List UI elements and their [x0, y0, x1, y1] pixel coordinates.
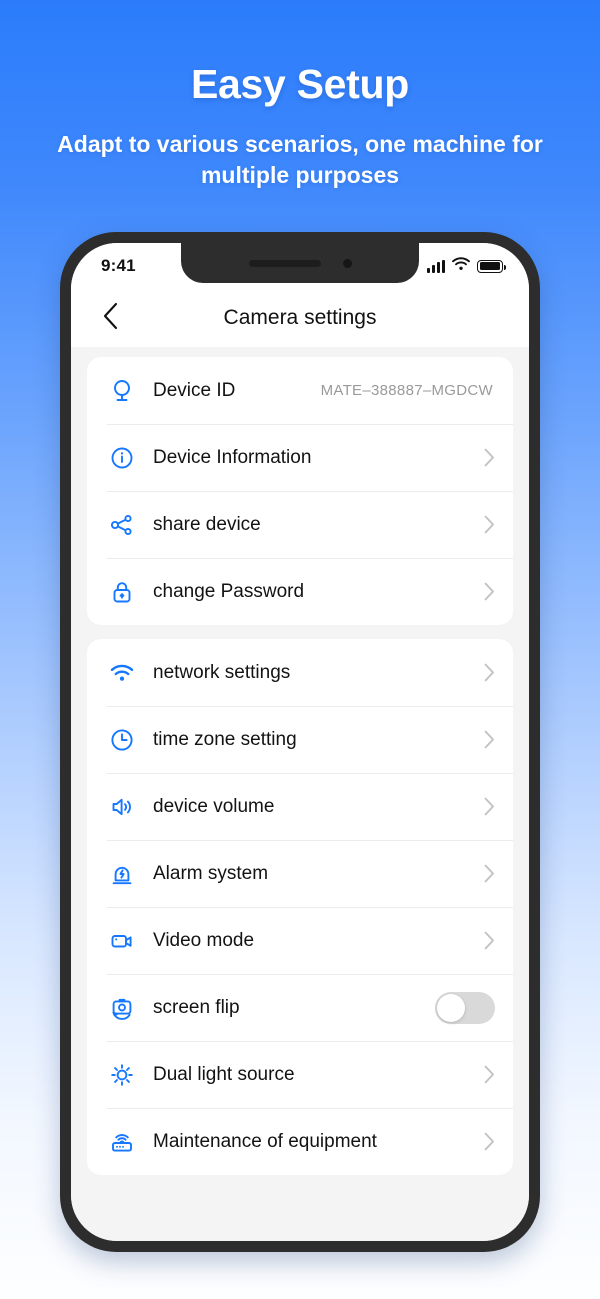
- dome-camera-icon: [107, 376, 137, 406]
- settings-row-label: time zone setting: [153, 728, 297, 750]
- page-title: Camera settings: [223, 306, 377, 329]
- earpiece-speaker-icon: [248, 259, 321, 267]
- chevron-right-icon: [484, 448, 495, 467]
- status-bar-clock: 9:41: [101, 256, 136, 275]
- router-icon: [107, 1127, 137, 1157]
- clock-icon: [107, 725, 137, 755]
- settings-list: Device ID MATE–388887–MGDCW Device Informa…: [71, 347, 529, 1241]
- wifi-icon: [452, 256, 470, 276]
- settings-row-change-password[interactable]: change Password: [87, 558, 513, 625]
- chevron-right-icon: [484, 730, 495, 749]
- settings-row-label: Maintenance of equipment: [153, 1130, 377, 1152]
- settings-row-device-volume[interactable]: device volume: [87, 773, 513, 840]
- settings-row-label: Alarm system: [153, 862, 269, 884]
- settings-row-label: share device: [153, 513, 261, 535]
- screen-flip-icon: [107, 993, 137, 1023]
- phone-mockup: 9:41 Camera settings Device ID MATE–3888…: [60, 232, 540, 1252]
- back-button[interactable]: [89, 297, 131, 339]
- settings-row-share-device[interactable]: share device: [87, 491, 513, 558]
- promo-page: Easy Setup Adapt to various scenarios, o…: [0, 0, 600, 1299]
- chevron-right-icon: [484, 582, 495, 601]
- share-nodes-icon: [107, 510, 137, 540]
- sun-brightness-icon: [107, 1060, 137, 1090]
- chevron-right-icon: [484, 931, 495, 950]
- settings-row-label: change Password: [153, 580, 305, 602]
- toggle-switch-screen-flip[interactable]: [435, 991, 495, 1024]
- settings-group-1: Device ID MATE–388887–MGDCW Device Informa…: [87, 357, 513, 625]
- cellular-bars-icon: [427, 259, 445, 273]
- siren-alarm-icon: [107, 859, 137, 889]
- nav-bar: Camera settings: [71, 289, 529, 347]
- settings-row-device-id[interactable]: Device ID MATE–388887–MGDCW: [87, 357, 513, 424]
- lock-icon: [107, 577, 137, 607]
- settings-row-time-zone-setting[interactable]: time zone setting: [87, 706, 513, 773]
- settings-row-maintenance-of-equipment[interactable]: Maintenance of equipment: [87, 1108, 513, 1175]
- settings-row-label: Device ID: [153, 379, 236, 401]
- settings-row-video-mode[interactable]: Video mode: [87, 907, 513, 974]
- front-camera-icon: [342, 258, 352, 268]
- chevron-right-icon: [484, 864, 495, 883]
- promo-subtitle: Adapt to various scenarios, one machine …: [57, 131, 543, 189]
- chevron-right-icon: [484, 663, 495, 682]
- settings-row-alarm-system[interactable]: Alarm system: [87, 840, 513, 907]
- settings-row-label: device volume: [153, 795, 275, 817]
- settings-row-network-settings[interactable]: network settings: [87, 639, 513, 706]
- wifi-icon: [107, 658, 137, 688]
- settings-row-label: Video mode: [153, 929, 255, 951]
- chevron-right-icon: [484, 1132, 495, 1151]
- settings-row-screen-flip[interactable]: screen flip: [87, 974, 513, 1041]
- settings-row-device-information[interactable]: Device Information: [87, 424, 513, 491]
- toggle-knob: [437, 993, 465, 1022]
- speaker-volume-icon: [107, 792, 137, 822]
- settings-row-label: Dual light source: [153, 1063, 295, 1085]
- settings-row-dual-light-source[interactable]: Dual light source: [87, 1041, 513, 1108]
- video-camera-icon: [107, 926, 137, 956]
- settings-group-2: network settings time zone setting device …: [87, 639, 513, 1175]
- settings-row-label: network settings: [153, 661, 291, 683]
- phone-notch: [181, 243, 419, 283]
- battery-full-icon: [477, 259, 506, 273]
- promo-header: Easy Setup Adapt to various scenarios, o…: [0, 0, 600, 191]
- chevron-left-icon: [102, 302, 119, 335]
- settings-row-value: MATE–388887–MGDCW: [320, 382, 493, 399]
- settings-row-label: Device Information: [153, 446, 312, 468]
- chevron-right-icon: [484, 515, 495, 534]
- phone-screen: 9:41 Camera settings Device ID MATE–3888…: [71, 243, 529, 1241]
- chevron-right-icon: [484, 1065, 495, 1084]
- promo-title: Easy Setup: [190, 61, 410, 107]
- settings-row-label: screen flip: [153, 996, 240, 1018]
- chevron-right-icon: [484, 797, 495, 816]
- status-bar-icons: [427, 256, 506, 276]
- info-circle-icon: [107, 443, 137, 473]
